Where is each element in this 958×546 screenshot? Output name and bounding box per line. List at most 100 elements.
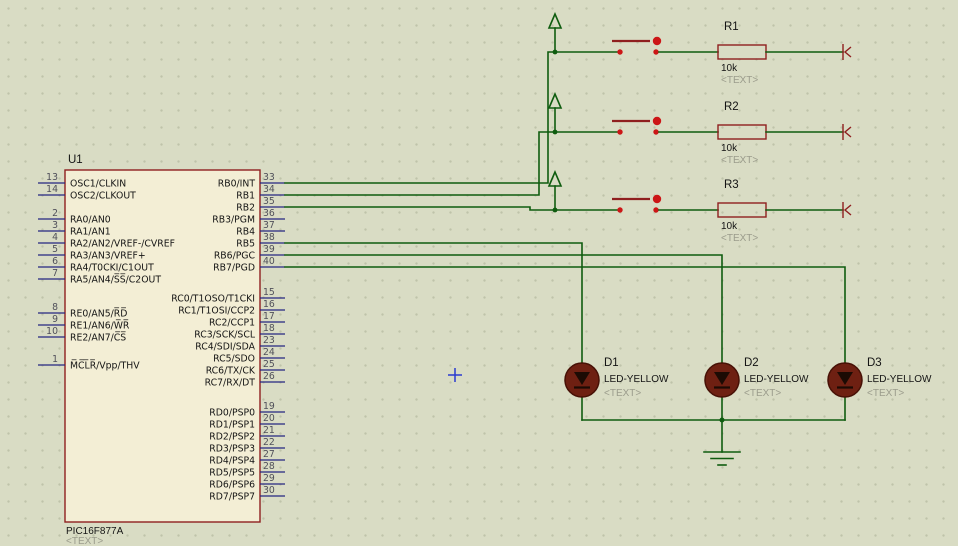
pin-number: 36 [263, 208, 275, 219]
resistor-r2[interactable] [717, 124, 767, 140]
pin-number: 2 [52, 208, 58, 219]
pin-name: RD3/PSP3 [209, 444, 255, 455]
chip-text-placeholder: <TEXT> [66, 536, 103, 546]
pin-number: 22 [263, 437, 275, 448]
resistor-r1[interactable] [717, 44, 767, 60]
power-terminal-icon[interactable] [547, 91, 563, 133]
led-ref-label: D2 [744, 357, 759, 369]
pin-number: 7 [52, 268, 58, 279]
led-d1[interactable] [564, 362, 600, 398]
power-terminal-icon[interactable] [547, 169, 563, 211]
pin-name: RB5 [236, 239, 255, 250]
pin-name: RD0/PSP0 [209, 408, 255, 419]
wire-rb2-to-switch3[interactable] [284, 206, 618, 211]
pin-number: 9 [52, 314, 58, 325]
pin-name: RB7/PGD [213, 263, 255, 274]
pin-number: 23 [263, 335, 275, 346]
pin-number: 24 [263, 347, 275, 358]
pin-name: RB2 [236, 203, 255, 214]
right-terminal-icon[interactable] [842, 44, 852, 60]
button-contact-icon [617, 129, 623, 135]
right-terminal-icon[interactable] [842, 202, 852, 218]
power-terminal-icon[interactable] [547, 11, 563, 53]
pin-number: 27 [263, 449, 275, 460]
pin-name: RB1 [236, 191, 255, 202]
pin-name: RE2/AN7/C̅S̅ [70, 332, 127, 344]
led-value-label: LED-YELLOW [867, 374, 932, 385]
pin-number: 37 [263, 220, 275, 231]
pin-number: 25 [263, 359, 275, 370]
pin-name: RB4 [236, 227, 255, 238]
wire-rb1-to-switch2[interactable] [284, 131, 618, 196]
origin-marker-icon [448, 368, 462, 382]
pin-name: RD6/PSP6 [209, 480, 255, 491]
pin-number: 20 [263, 413, 275, 424]
resistor-ref-label: R2 [724, 101, 739, 113]
pin-name: RD4/PSP4 [209, 456, 255, 467]
led-text-placeholder: <TEXT> [867, 388, 904, 399]
pin-number: 33 [263, 172, 275, 183]
ground-icon[interactable] [703, 419, 741, 466]
resistor-body [717, 44, 767, 60]
pin-name: RA0/AN0 [70, 215, 111, 226]
pin-name: RA4/T0CKI/C1OUT [70, 263, 154, 274]
pin-name: OSC1/CLKIN [70, 179, 126, 190]
resistor-value-label: 10k [721, 221, 738, 232]
pin-number: 18 [263, 323, 275, 334]
resistor-ref-label: R3 [724, 179, 739, 191]
junction-dot [552, 207, 558, 213]
junction-dot [552, 49, 558, 55]
button-contact-icon [653, 207, 659, 213]
push-button-1[interactable] [612, 36, 662, 55]
button-actuator-icon [652, 116, 662, 126]
pin-number: 35 [263, 196, 275, 207]
button-contact-icon [653, 129, 659, 135]
pin-number: 3 [52, 220, 58, 231]
pin-number: 10 [46, 326, 58, 337]
resistor-text-placeholder: <TEXT> [721, 75, 758, 86]
resistor-text-placeholder: <TEXT> [721, 233, 758, 244]
pin-number: 29 [263, 473, 275, 484]
pin-number: 8 [52, 302, 58, 313]
pin-name: RA5/AN4/S̅S̅/C2OUT [70, 274, 161, 286]
pin-name: M̅C̅L̅R̅/Vpp/THV [70, 360, 140, 372]
pin-name: RC5/SDO [213, 354, 255, 365]
pin-number: 1 [52, 354, 58, 365]
pin-name: RA2/AN2/VREF-/CVREF [70, 239, 175, 250]
pin-number: 39 [263, 244, 275, 255]
resistor-text-placeholder: <TEXT> [721, 155, 758, 166]
resistor-value-label: 10k [721, 143, 738, 154]
push-button-3[interactable] [612, 194, 662, 213]
led-d2[interactable] [704, 362, 740, 398]
wire-rb6-to-led2[interactable] [284, 254, 723, 364]
pin-name: RE0/AN5/R̅D̅ [70, 308, 127, 320]
pin-name: RC4/SDI/SDA [195, 342, 255, 353]
push-button-2[interactable] [612, 116, 662, 135]
resistor-ref-label: R1 [724, 21, 739, 33]
wire-rb5-to-led1[interactable] [284, 242, 583, 364]
pin-name: OSC2/CLKOUT [70, 191, 136, 202]
pin-name: RB0/INT [218, 179, 256, 190]
pin-number: 17 [263, 311, 275, 322]
right-terminal-icon[interactable] [842, 124, 852, 140]
pin-name: RD2/PSP2 [209, 432, 255, 443]
wire-rb0-to-switch1[interactable] [284, 51, 618, 184]
button-contact-icon [617, 49, 623, 55]
pin-name: RD5/PSP5 [209, 468, 255, 479]
pin-name: RD7/PSP7 [209, 492, 255, 503]
button-actuator-icon [652, 194, 662, 204]
resistor-value-label: 10k [721, 63, 738, 74]
pin-name: RC0/T1OSO/T1CKI [171, 294, 255, 305]
pin-number: 30 [263, 485, 275, 496]
wire-rb7-to-led3[interactable] [284, 266, 846, 364]
resistor-r3[interactable] [717, 202, 767, 218]
led-text-placeholder: <TEXT> [604, 388, 641, 399]
pin-number: 28 [263, 461, 275, 472]
led-d3[interactable] [827, 362, 863, 398]
led-ref-label: D3 [867, 357, 882, 369]
schematic-canvas: U1 PIC16F877A <TEXT> 13 OSC1/CLKIN 14 OSC2/… [0, 0, 958, 546]
resistor-body [717, 124, 767, 140]
led-value-label: LED-YELLOW [744, 374, 809, 385]
resistor-body [717, 202, 767, 218]
pin-number: 13 [46, 172, 58, 183]
